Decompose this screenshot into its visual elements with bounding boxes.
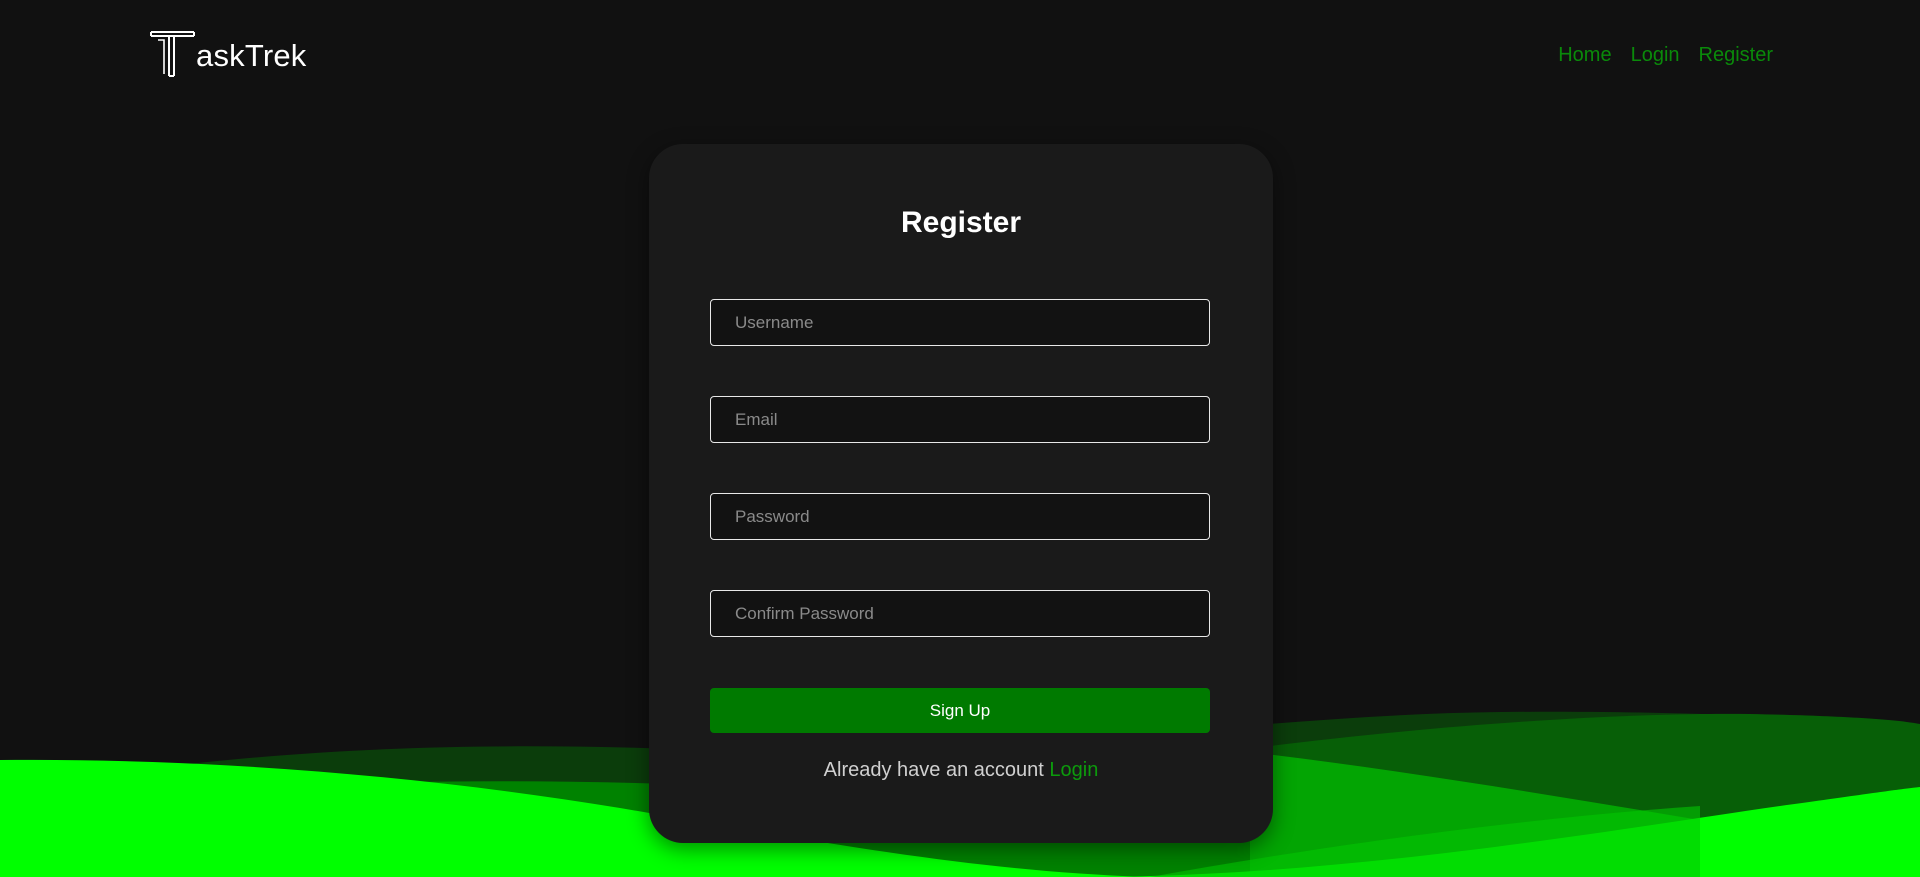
login-link[interactable]: Login [1049, 759, 1098, 781]
nav-links: Home Login Register [1558, 44, 1773, 67]
register-card: Register Sign Up Already have an account… [649, 144, 1273, 843]
email-input[interactable] [710, 396, 1210, 443]
sign-up-button[interactable]: Sign Up [710, 688, 1210, 733]
tasktrek-logo-icon [150, 31, 195, 77]
nav-link-login[interactable]: Login [1631, 44, 1680, 67]
password-input[interactable] [710, 493, 1210, 540]
register-page: askTrek Home Login Register Register Sig… [0, 0, 1920, 877]
register-title: Register [900, 206, 1022, 239]
nav-link-home[interactable]: Home [1558, 44, 1611, 67]
brand-name: askTrek [196, 38, 307, 73]
account-prompt: Already have an account Login [649, 759, 1273, 782]
nav-link-register[interactable]: Register [1699, 44, 1773, 67]
account-prompt-text: Already have an account [823, 759, 1044, 781]
username-input[interactable] [710, 299, 1210, 346]
navbar: askTrek Home Login Register [0, 0, 1920, 110]
confirm-password-input[interactable] [710, 590, 1210, 637]
brand-logo-link[interactable]: askTrek [150, 30, 307, 80]
